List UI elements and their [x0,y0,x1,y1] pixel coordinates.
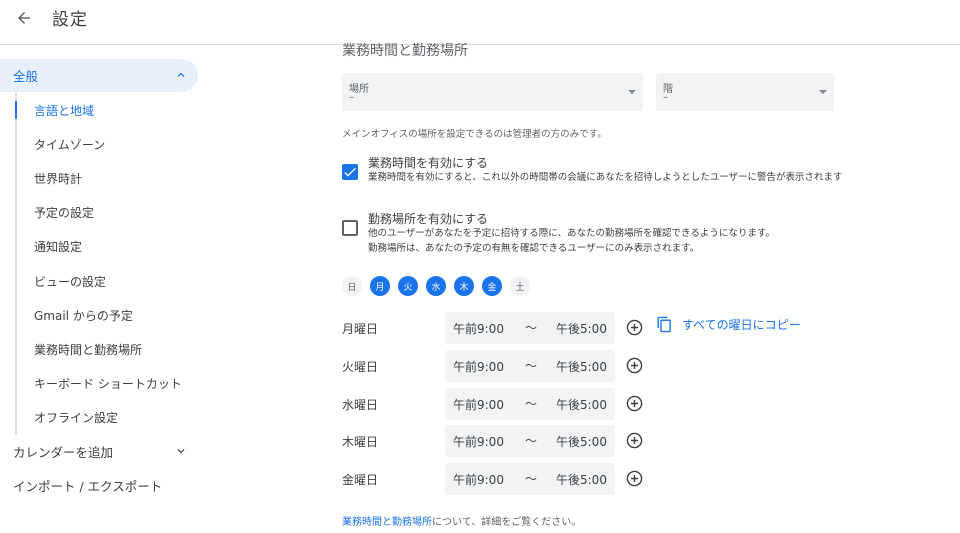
time-separator: 〜 [525,434,538,448]
back-button[interactable] [10,4,38,32]
sidebar-item-import-export[interactable]: インポート / エクスポート [0,468,198,502]
add-circle-icon[interactable] [626,470,643,487]
hours-row-friday: 金曜日 午前9:00 〜 午後5:00 [342,463,822,495]
start-time-field[interactable]: 午前9:00 [453,396,504,413]
time-range: 午前9:00 〜 午後5:00 [445,350,615,382]
admin-note: メインオフィスの場所を設定できるのは管理者の方のみです。 [342,129,607,140]
add-circle-icon[interactable] [626,357,643,374]
sidebar-subitem-event-settings[interactable]: 予定の設定 [17,196,205,230]
day-name: 木曜日 [342,435,379,449]
end-time-field[interactable]: 午後5:00 [556,471,607,488]
day-name: 火曜日 [342,360,379,374]
enable-working-location-checkbox[interactable] [342,220,358,236]
location-select-value: – [349,92,354,103]
sidebar-subitem-working-hours[interactable]: 業務時間と勤務場所 [17,332,205,366]
add-circle-icon[interactable] [626,395,643,412]
enable-working-location-row: 勤務場所を有効にする 他のユーザーがあなたを予定に招待する際に、あなたの勤務場所… [342,210,872,256]
enable-working-location-title: 勤務場所を有効にする [368,212,489,226]
checkmark-icon [344,167,356,177]
start-time-field[interactable]: 午前9:00 [453,358,504,375]
copy-icon [657,316,671,333]
general-subsection-list: 言語と地域 タイムゾーン 世界時計 予定の設定 通知設定 ビューの設定 Gmai… [15,93,205,435]
day-name: 水曜日 [342,398,379,412]
enable-working-location-desc-line2: 勤務場所は、あなたの予定の有無を確認できるユーザーにのみ表示されます。 [368,242,700,254]
help-footer: 業務時間と勤務場所について、詳細をご覧ください。 [342,513,581,528]
working-hours-help-link[interactable]: 業務時間と勤務場所 [342,517,432,528]
enable-working-location-desc-line1: 他のユーザーがあなたを予定に招待する際に、あなたの勤務場所を確認できるようになり… [368,228,775,239]
enable-working-location-desc: 他のユーザーがあなたを予定に招待する際に、あなたの勤務場所を確認できるようになり… [368,227,868,256]
start-time-field[interactable]: 午前9:00 [453,471,504,488]
copy-to-all-days-label: すべての曜日にコピー [682,318,801,332]
add-circle-icon[interactable] [626,319,643,336]
hours-row-wednesday: 水曜日 午前9:00 〜 午後5:00 [342,388,822,420]
floor-select[interactable]: 階 – [656,73,834,111]
time-range: 午前9:00 〜 午後5:00 [445,388,615,420]
time-range: 午前9:00 〜 午後5:00 [445,463,615,495]
day-toggle-saturday[interactable]: 土 [510,276,530,296]
day-toggle-monday[interactable]: 月 [370,276,390,296]
time-separator: 〜 [525,359,538,373]
help-footer-text: について、詳細をご覧ください。 [432,517,582,528]
sidebar-subitem-offline[interactable]: オフライン設定 [17,401,205,435]
end-time-field[interactable]: 午後5:00 [556,396,607,413]
chevron-down-icon [177,449,185,454]
enable-working-hours-title: 業務時間を有効にする [368,156,489,170]
day-name: 月曜日 [342,322,379,336]
time-separator: 〜 [525,472,538,486]
sidebar-item-import-export-label: インポート / エクスポート [13,478,163,494]
page-title: 設定 [52,10,88,30]
day-toggle-thursday[interactable]: 木 [454,276,474,296]
enable-working-hours-checkbox[interactable] [342,164,358,180]
sidebar-subitem-view-options[interactable]: ビューの設定 [17,264,205,298]
settings-sidebar: 全般 言語と地域 タイムゾーン 世界時計 予定の設定 通知設定 ビューの設定 G… [0,46,210,533]
day-name: 金曜日 [342,473,379,487]
add-circle-icon[interactable] [626,432,643,449]
sidebar-subitem-notifications[interactable]: 通知設定 [17,230,205,264]
time-separator: 〜 [525,321,538,335]
sidebar-item-add-calendar-label: カレンダーを追加 [13,444,114,460]
section-title: 業務時間と勤務場所 [342,43,468,59]
chevron-up-icon [177,72,185,77]
sidebar-subitem-events-from-gmail[interactable]: Gmail からの予定 [17,298,205,332]
time-range: 午前9:00 〜 午後5:00 [445,312,615,344]
app-header: 設定 [0,0,960,45]
weekday-selector: 日 月 火 水 木 金 土 [342,276,530,296]
day-toggle-tuesday[interactable]: 火 [398,276,418,296]
end-time-field[interactable]: 午後5:00 [556,320,607,337]
time-range: 午前9:00 〜 午後5:00 [445,425,615,457]
hours-row-monday: 月曜日 午前9:00 〜 午後5:00 すべての曜日にコピー [342,312,822,344]
floor-select-value: – [663,92,668,103]
sidebar-subitem-timezone[interactable]: タイムゾーン [17,127,205,161]
start-time-field[interactable]: 午前9:00 [453,320,504,337]
sidebar-item-general[interactable]: 全般 [0,59,198,92]
hours-row-thursday: 木曜日 午前9:00 〜 午後5:00 [342,425,822,457]
day-toggle-sunday[interactable]: 日 [342,276,362,296]
enable-working-hours-row: 業務時間を有効にする 業務時間を有効にすると、これ以外の時間帯の会議にあなたを招… [342,154,872,200]
hours-row-tuesday: 火曜日 午前9:00 〜 午後5:00 [342,350,822,382]
start-time-field[interactable]: 午前9:00 [453,433,504,450]
sidebar-item-general-label: 全般 [13,69,39,84]
sidebar-item-add-calendar[interactable]: カレンダーを追加 [0,434,198,468]
sidebar-subitem-world-clock[interactable]: 世界時計 [17,161,205,195]
arrow-back-icon [18,12,30,24]
end-time-field[interactable]: 午後5:00 [556,433,607,450]
sidebar-subitem-keyboard-shortcuts[interactable]: キーボード ショートカット [17,367,205,401]
copy-to-all-days-button[interactable]: すべての曜日にコピー [656,316,801,333]
end-time-field[interactable]: 午後5:00 [556,358,607,375]
day-toggle-wednesday[interactable]: 水 [426,276,446,296]
sidebar-subitem-language-region[interactable]: 言語と地域 [15,93,205,127]
location-select[interactable]: 場所 – [342,73,643,111]
time-separator: 〜 [525,397,538,411]
dropdown-arrow-icon [819,90,827,94]
enable-working-hours-desc: 業務時間を有効にすると、これ以外の時間帯の会議にあなたを招待しようとしたユーザー… [368,172,843,183]
day-toggle-friday[interactable]: 金 [482,276,502,296]
dropdown-arrow-icon [628,90,636,94]
